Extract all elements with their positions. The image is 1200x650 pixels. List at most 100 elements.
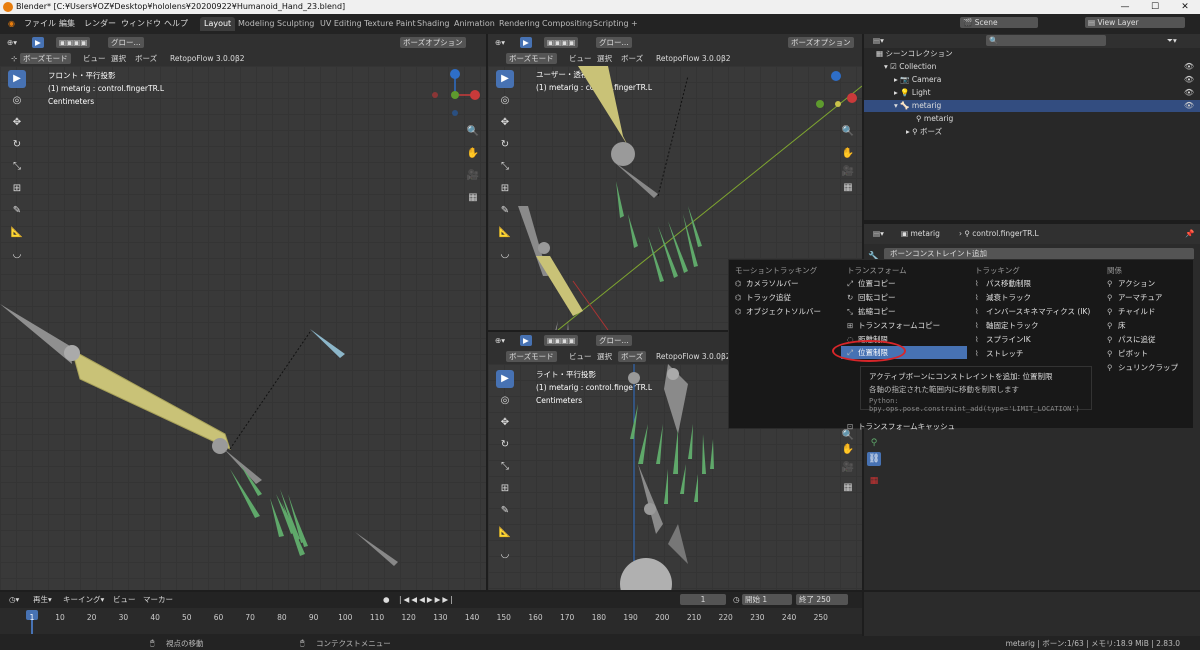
blender-menu-icon[interactable]: ◉ <box>4 17 19 31</box>
visibility-eye-icon[interactable]: 👁 <box>1184 61 1194 73</box>
menu-item-copy-scale[interactable]: ⤡ 拡縮コピー <box>847 305 896 318</box>
mode-selector[interactable]: ボーズモード <box>506 53 557 64</box>
workspace-tab-animation[interactable]: Animation <box>450 17 499 31</box>
menu-pose[interactable]: ボーズ <box>132 53 160 64</box>
menu-edit[interactable]: 編集 <box>55 17 79 31</box>
pan-hand-icon[interactable]: ✋ <box>840 442 856 458</box>
outliner-item-pose[interactable]: ▸ ⚲ ボーズ <box>864 126 1200 138</box>
visibility-eye-icon[interactable]: 👁 <box>1184 74 1194 86</box>
maximize-button[interactable]: ☐ <box>1140 0 1170 14</box>
visibility-eye-icon[interactable]: 👁 <box>1184 100 1194 112</box>
select-tool-icon[interactable]: ▶ <box>520 37 532 48</box>
menu-item-copy-location[interactable]: ⤢ 位置コピー <box>847 277 896 290</box>
menu-item-locked-track[interactable]: ⌇ 軸固定トラック <box>975 319 1039 332</box>
select-tool-icon[interactable]: ▶ <box>520 335 532 346</box>
outliner-item-metarig[interactable]: ▾ 🦴 metarig 👁 <box>864 100 1200 112</box>
keying-menu[interactable]: キーイング▾ <box>60 594 107 605</box>
select-mode-icons[interactable]: ▣▣▣▣ <box>544 37 579 48</box>
menu-item-copy-transforms[interactable]: ⊞ トランスフォームコピー <box>847 319 940 332</box>
camera-view-icon[interactable]: 🎥 <box>465 168 481 184</box>
workspace-tab-layout[interactable]: Layout <box>200 17 236 31</box>
outliner-item-metarig-data[interactable]: ⚲ metarig <box>864 113 1200 125</box>
menu-item-object-solver[interactable]: ⌬ オブジェクトソルバー <box>735 305 821 318</box>
menu-item-clamp-to[interactable]: ⌇ パス移動制限 <box>975 277 1031 290</box>
move-tool-icon[interactable]: ✥ <box>8 114 26 132</box>
menu-item-transform-cache[interactable]: ⊡ トランスフォームキャッシュ <box>847 420 955 433</box>
camera-view-icon[interactable]: 🎥 <box>840 164 856 180</box>
menu-item-damped-track[interactable]: ⌇ 減衰トラック <box>975 291 1031 304</box>
menu-item-follow-path[interactable]: ⚲ パスに追従 <box>1107 333 1156 346</box>
pan-hand-icon[interactable]: ✋ <box>840 146 856 162</box>
outliner-item-camera[interactable]: ▸ 📷 Camera 👁 <box>864 74 1200 86</box>
menu-help[interactable]: ヘルプ <box>160 17 192 31</box>
annotate-tool-icon[interactable]: ✎ <box>8 202 26 220</box>
pose-options-button[interactable]: ボーズオプション <box>400 37 466 48</box>
workspace-tab-compositing[interactable]: Compositing <box>538 17 596 31</box>
editor-type-icon[interactable]: ⊕▾ <box>492 335 508 346</box>
scene-selector[interactable]: 🎬 Scene <box>960 17 1038 28</box>
menu-file[interactable]: ファイル <box>20 17 60 31</box>
select-tool-icon[interactable]: ▶ <box>32 37 44 48</box>
outliner-search-input[interactable]: 🔍 <box>986 35 1106 46</box>
menu-item-follow-track[interactable]: ⌬ トラック追従 <box>735 291 791 304</box>
zoom-icon[interactable]: 🔍 <box>840 124 856 140</box>
ortho-grid-icon[interactable]: ▦ <box>465 190 481 206</box>
outliner-scene-collection[interactable]: ▦ シーンコレクション <box>864 48 1200 60</box>
navigation-gizmo[interactable] <box>420 68 484 132</box>
outliner-item-collection[interactable]: ▾ ☑ Collection 👁 <box>864 61 1200 73</box>
timeline-editor-type-icon[interactable]: ◷▾ <box>6 594 22 605</box>
mode-selector[interactable]: ボーズモード <box>506 351 557 362</box>
menu-item-action[interactable]: ⚲ アクション <box>1107 277 1155 290</box>
view-layer-selector[interactable]: ▤ View Layer <box>1085 17 1185 28</box>
close-button[interactable]: ✕ <box>1170 0 1200 14</box>
menu-item-pivot[interactable]: ⚲ ピボット <box>1107 347 1148 360</box>
transform-orientation[interactable]: グロー... <box>108 37 144 48</box>
mode-selector[interactable]: ボーズモード <box>20 53 71 64</box>
select-mode-icons[interactable]: ▣▣▣▣ <box>56 37 91 48</box>
workspace-tab-sculpting[interactable]: Sculpting <box>273 17 318 31</box>
menu-item-floor[interactable]: ⚲ 床 <box>1107 319 1126 332</box>
transform-orientation[interactable]: グロー... <box>596 335 632 346</box>
pose-options-button[interactable]: ボーズオプション <box>788 37 854 48</box>
playback-controls-icon[interactable]: |◀◀◀▶▶▶| <box>396 594 458 605</box>
playback-menu[interactable]: 再生▾ <box>30 594 55 605</box>
editor-type-icon[interactable]: ⊕▾ <box>492 37 508 48</box>
menu-item-shrinkwrap[interactable]: ⚲ シュリンクラップ <box>1107 361 1178 374</box>
retopoflow-menu[interactable]: RetopoFlow 3.0.0β2 <box>167 53 248 64</box>
current-frame-field[interactable]: 1 <box>680 594 726 605</box>
outliner-editor-type-icon[interactable]: ▤▾ <box>870 35 887 46</box>
bone-constraint-tab-icon[interactable]: ⛓ <box>867 452 881 466</box>
record-icon[interactable]: ● <box>380 594 393 605</box>
add-workspace-button[interactable]: + <box>627 17 642 31</box>
menu-item-camera-solver[interactable]: ⌬ カメラソルバー <box>735 277 799 290</box>
transform-tool-icon[interactable]: ⊞ <box>8 180 26 198</box>
transform-orientation[interactable]: グロー... <box>596 37 632 48</box>
menu-view[interactable]: ビュー <box>566 53 595 64</box>
measure-tool-icon[interactable]: 📐 <box>8 224 26 242</box>
menu-item-child-of[interactable]: ⚲ チャイルド <box>1107 305 1155 318</box>
pin-icon[interactable]: 📌 <box>1182 228 1197 239</box>
ortho-grid-icon[interactable]: ▦ <box>840 480 856 496</box>
minimize-button[interactable]: — <box>1110 0 1140 14</box>
select-mode-icons[interactable]: ▣▣▣▣ <box>544 335 579 346</box>
workspace-tab-modeling[interactable]: Modeling <box>234 17 278 31</box>
menu-pose[interactable]: ボーズ <box>618 53 646 64</box>
navigation-gizmo[interactable] <box>808 68 862 122</box>
pan-hand-icon[interactable]: ✋ <box>465 146 481 162</box>
menu-view[interactable]: ビュー <box>566 351 595 362</box>
filter-icon[interactable]: ⏷▾ <box>1164 35 1180 46</box>
menu-item-spline-ik[interactable]: ⌇ スプラインIK <box>975 333 1031 346</box>
texture-tab-icon[interactable]: ▦ <box>867 474 881 488</box>
workspace-tab-rendering[interactable]: Rendering <box>495 17 544 31</box>
end-frame-field[interactable]: 終了 250 <box>796 594 848 605</box>
timeline-view-menu[interactable]: ビュー <box>110 594 139 605</box>
select-box-tool-icon[interactable]: ▶ <box>8 70 26 88</box>
perspective-toggle-icon[interactable]: ▦ <box>840 180 856 196</box>
workspace-tab-shading[interactable]: Shading <box>413 17 454 31</box>
camera-view-icon[interactable]: 🎥 <box>840 460 856 476</box>
properties-editor-type-icon[interactable]: ▤▾ <box>870 228 887 239</box>
menu-window[interactable]: ウィンドウ <box>117 17 165 31</box>
workspace-tab-texture-paint[interactable]: Texture Paint <box>360 17 420 31</box>
workspace-tab-uv-editing[interactable]: UV Editing <box>316 17 366 31</box>
editor-type-icon[interactable]: ⊕▾ <box>4 37 20 48</box>
